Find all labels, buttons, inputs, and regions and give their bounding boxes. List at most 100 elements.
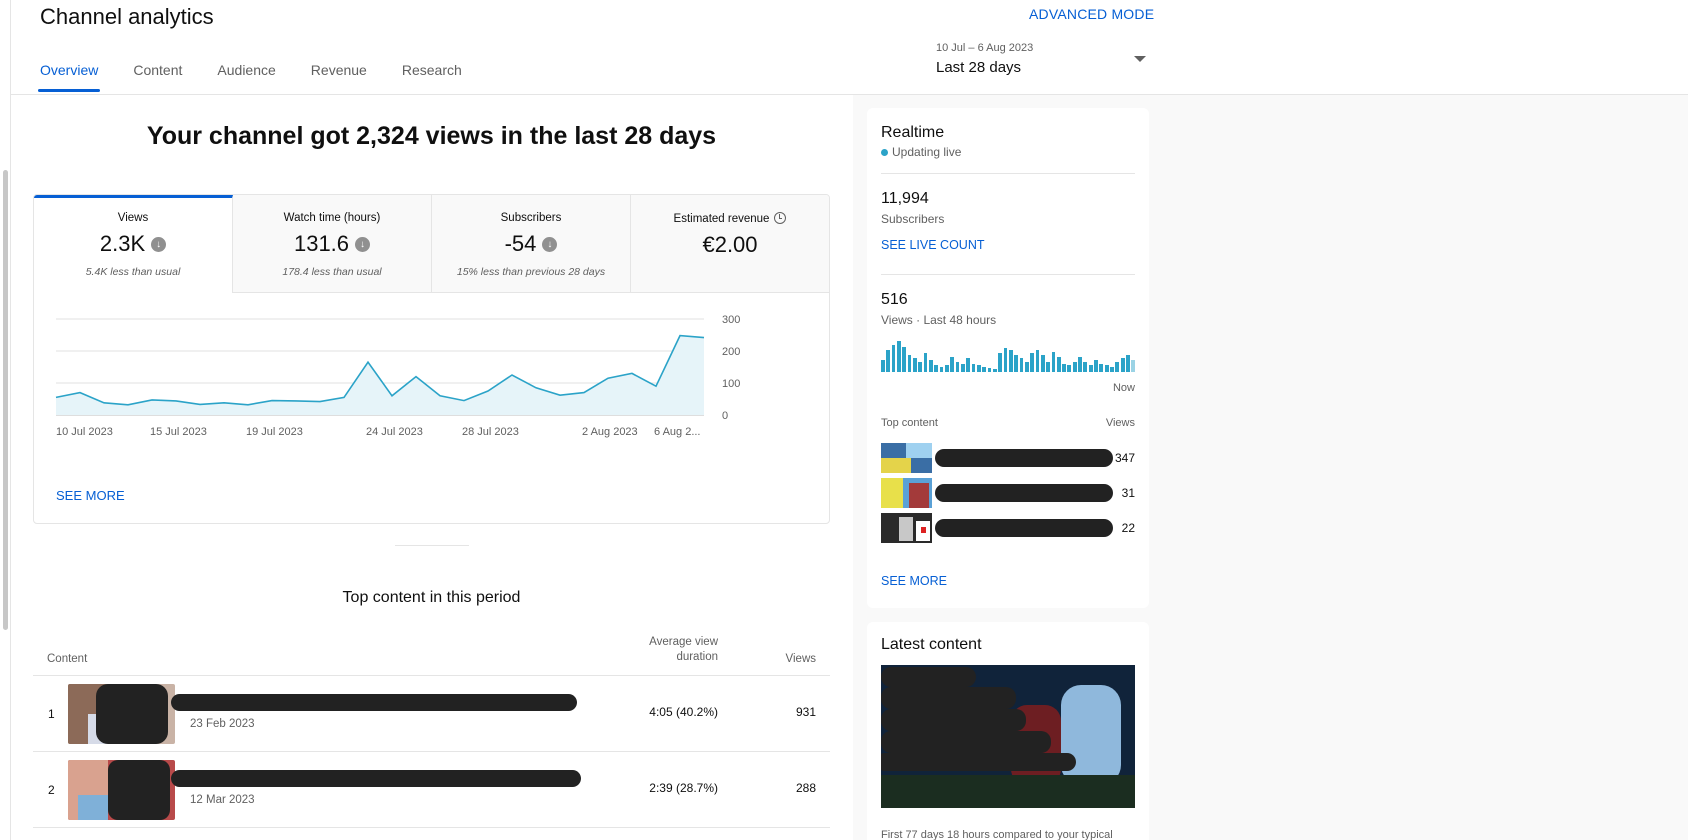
data-point[interactable] [507, 370, 517, 380]
data-point[interactable] [267, 396, 277, 406]
realtime-bar[interactable] [1062, 363, 1066, 372]
realtime-bar[interactable] [902, 346, 907, 372]
realtime-bar[interactable] [923, 353, 928, 372]
realtime-bar[interactable] [1051, 351, 1056, 372]
realtime-bar[interactable] [987, 367, 992, 372]
realtime-bar[interactable] [944, 365, 949, 372]
data-point[interactable] [195, 399, 205, 409]
realtime-bar[interactable] [1046, 361, 1050, 372]
data-point[interactable] [555, 390, 565, 400]
data-point[interactable] [411, 372, 421, 382]
data-point[interactable] [99, 398, 109, 408]
data-point[interactable] [51, 392, 61, 402]
see-more-link[interactable]: SEE MORE [881, 574, 947, 588]
realtime-bar[interactable] [1120, 358, 1125, 372]
realtime-bar[interactable] [960, 363, 965, 372]
realtime-bar[interactable] [907, 355, 912, 372]
data-point[interactable] [675, 331, 685, 341]
column-header-views[interactable]: Views [786, 653, 816, 665]
tab-overview[interactable]: Overview [37, 62, 101, 92]
realtime-bar[interactable] [891, 344, 896, 372]
realtime-bar[interactable] [982, 366, 987, 372]
data-point[interactable] [651, 381, 661, 391]
data-point[interactable] [243, 400, 253, 410]
data-point[interactable] [435, 391, 445, 401]
realtime-bar[interactable] [1104, 365, 1109, 372]
tab-research[interactable]: Research [402, 62, 462, 92]
data-point[interactable] [699, 333, 709, 343]
realtime-bar[interactable] [992, 368, 997, 372]
data-point[interactable] [339, 392, 349, 402]
scrollbar[interactable] [0, 0, 11, 840]
metric-subscribers[interactable]: Subscribers -54 ↓ 15% less than previous … [432, 195, 631, 293]
metric-revenue[interactable]: Estimated revenue €2.00 [631, 195, 829, 293]
realtime-bar[interactable] [976, 365, 981, 372]
data-point[interactable] [75, 388, 85, 398]
realtime-bar[interactable] [1019, 358, 1024, 372]
advanced-mode-button[interactable]: ADVANCED MODE [1029, 6, 1154, 22]
data-point[interactable] [603, 373, 613, 383]
realtime-bar[interactable] [912, 358, 917, 372]
data-point[interactable] [483, 386, 493, 396]
top-content-item[interactable]: 22 [881, 513, 1135, 543]
realtime-bar[interactable] [998, 353, 1003, 372]
data-point[interactable] [123, 400, 133, 410]
data-point[interactable] [627, 368, 637, 378]
tab-content[interactable]: Content [133, 62, 182, 92]
video-thumbnail[interactable] [68, 684, 175, 744]
tab-revenue[interactable]: Revenue [311, 62, 367, 92]
realtime-bar[interactable] [950, 356, 955, 372]
column-header-avd[interactable]: Average view duration [628, 635, 718, 665]
realtime-bar[interactable] [1014, 355, 1019, 372]
realtime-bar[interactable] [1115, 361, 1120, 372]
realtime-bar[interactable] [896, 341, 901, 372]
top-content-item[interactable]: 31 [881, 478, 1135, 508]
realtime-bar[interactable] [1067, 365, 1072, 372]
see-more-link[interactable]: SEE MORE [56, 488, 125, 503]
top-content-item[interactable]: 347 [881, 443, 1135, 473]
data-point[interactable] [147, 395, 157, 405]
data-point[interactable] [219, 398, 229, 408]
table-row[interactable]: 1 23 Feb 2023 4:05 (40.2%) 931 [33, 676, 830, 752]
realtime-bar[interactable] [966, 358, 971, 372]
metric-watch-time[interactable]: Watch time (hours) 131.6 ↓ 178.4 less tha… [233, 195, 432, 293]
realtime-bar[interactable] [1008, 349, 1013, 372]
realtime-bar[interactable] [1040, 355, 1045, 372]
see-live-count-link[interactable]: SEE LIVE COUNT [881, 238, 985, 252]
realtime-bar[interactable] [918, 361, 923, 372]
latest-video-thumbnail[interactable] [881, 665, 1135, 808]
realtime-bar[interactable] [1030, 353, 1035, 372]
realtime-bar[interactable] [1072, 361, 1077, 372]
realtime-bar[interactable] [939, 366, 944, 372]
realtime-bar[interactable] [971, 363, 976, 372]
data-point[interactable] [171, 396, 181, 406]
realtime-bar[interactable] [928, 360, 933, 372]
data-point[interactable] [387, 391, 397, 401]
realtime-bar[interactable] [1110, 366, 1114, 372]
tab-audience[interactable]: Audience [217, 62, 275, 92]
realtime-bar[interactable] [1131, 360, 1136, 372]
date-range-selector[interactable]: 10 Jul – 6 Aug 2023 Last 28 days [936, 42, 1146, 76]
realtime-bar[interactable] [881, 360, 885, 372]
realtime-bar[interactable] [1003, 348, 1008, 372]
realtime-bar[interactable] [934, 365, 939, 372]
realtime-bar[interactable] [1126, 355, 1130, 372]
data-point[interactable] [363, 357, 373, 367]
realtime-bar[interactable] [955, 361, 960, 372]
realtime-bar[interactable] [1099, 363, 1104, 372]
data-point[interactable] [531, 383, 541, 393]
metric-views[interactable]: Views 2.3K ↓ 5.4K less than usual [34, 195, 233, 293]
data-point[interactable] [579, 388, 589, 398]
table-row[interactable]: 2 12 Mar 2023 2:39 (28.7%) 288 [33, 752, 830, 828]
realtime-bar[interactable] [1088, 365, 1093, 372]
realtime-bar[interactable] [1024, 361, 1029, 372]
scrollbar-thumb[interactable] [3, 170, 8, 630]
data-point[interactable] [459, 396, 469, 406]
realtime-bar[interactable] [1094, 360, 1098, 372]
realtime-bar[interactable] [1056, 356, 1061, 372]
realtime-bar[interactable] [886, 349, 891, 372]
realtime-bar[interactable] [1083, 361, 1088, 372]
data-point[interactable] [291, 396, 301, 406]
video-thumbnail[interactable] [68, 760, 175, 820]
realtime-bar[interactable] [1078, 356, 1082, 372]
